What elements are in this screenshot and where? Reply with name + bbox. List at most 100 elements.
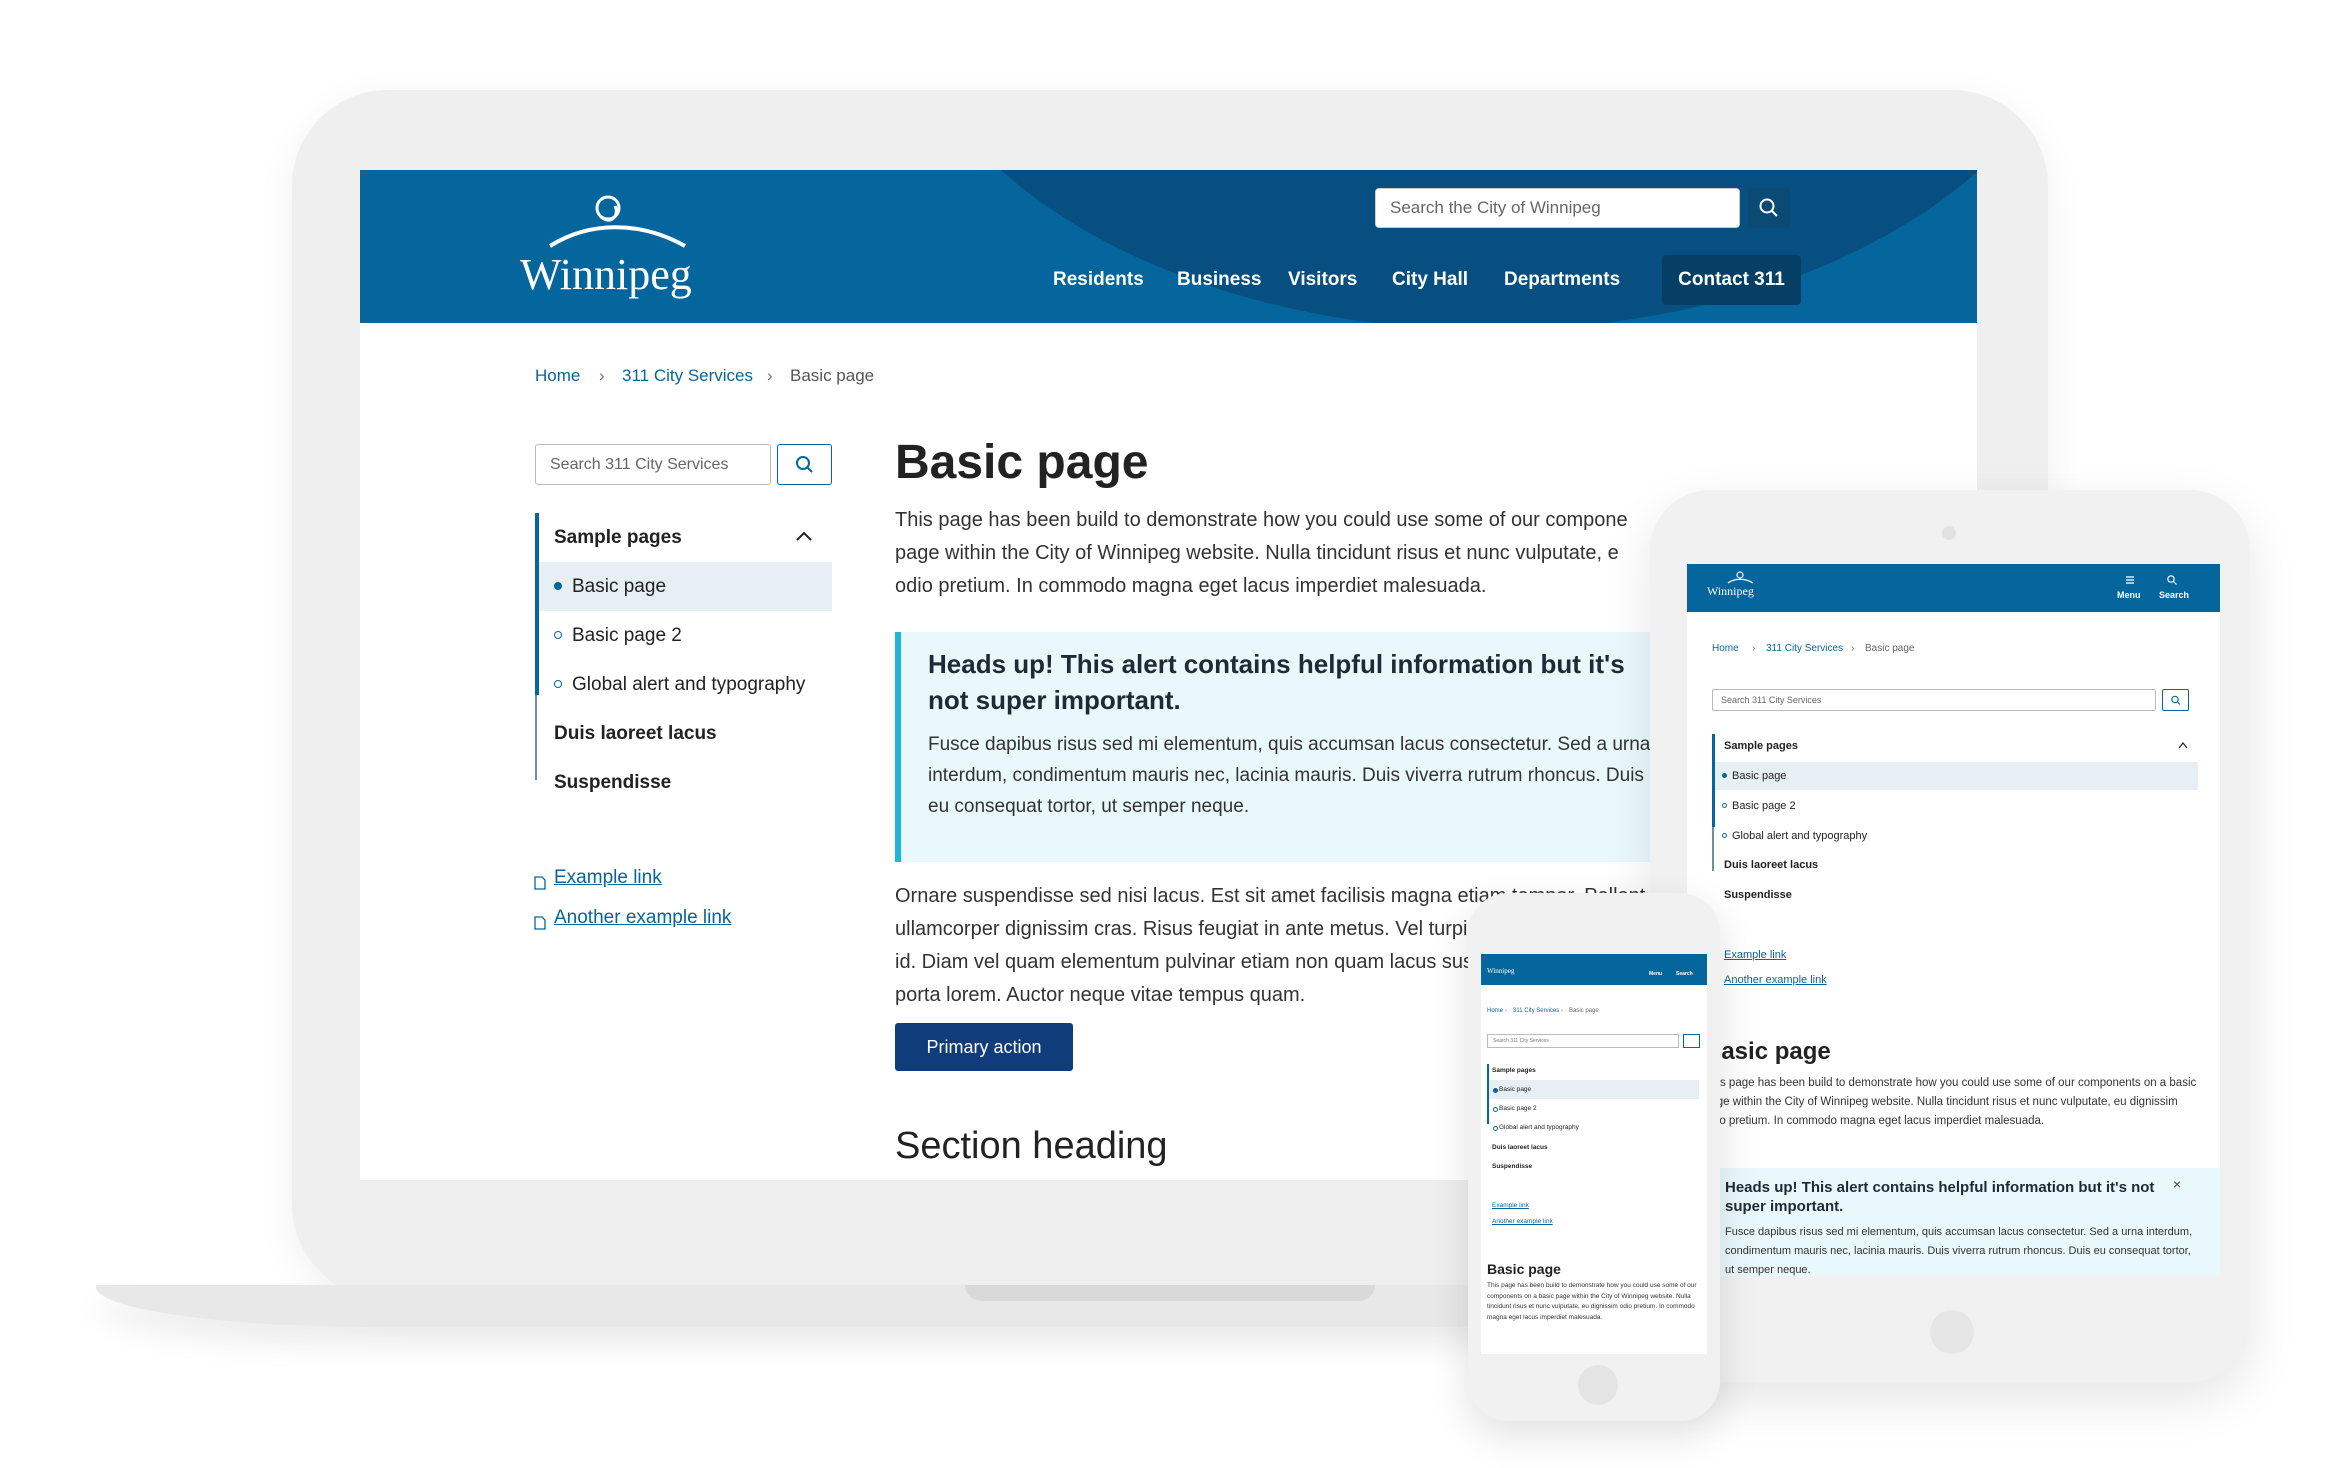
search-icon[interactable] [2166, 574, 2178, 586]
sidebar-search-button[interactable] [777, 444, 832, 485]
bullet-icon [1493, 1107, 1498, 1112]
bullet-icon [554, 582, 562, 590]
sidebar-item-label: Global alert and typography [1732, 830, 1868, 842]
breadcrumb-home[interactable]: Home [1712, 643, 1739, 654]
tablet-sidebar-search-button[interactable] [2162, 689, 2189, 711]
sidebar-item-basic-page[interactable]: Basic page [539, 562, 832, 611]
chevron-right-icon: › [599, 366, 605, 385]
sidebar-item-suspendisse[interactable]: Suspendisse [554, 758, 671, 807]
sidebar-search-input[interactable]: Search 311 City Services [535, 444, 771, 485]
chevron-up-icon[interactable] [794, 528, 814, 544]
tablet-sidebar-search-input[interactable]: Search 311 City Services [1712, 689, 2156, 711]
breadcrumb-311[interactable]: 311 City Services [1513, 1008, 1559, 1014]
sidebar-item-label: Global alert and typography [1499, 1124, 1579, 1131]
sidebar-item-basic-page-2[interactable]: Basic page 2 [1489, 1099, 1699, 1118]
example-link[interactable]: Example link [1492, 1202, 1529, 1209]
phone-search-input[interactable]: Search 311 City Services [1487, 1034, 1679, 1048]
phone-menu-label[interactable]: Menu [1649, 971, 1662, 977]
winnipeg-logo[interactable]: Winnipeg [520, 186, 700, 306]
another-example-link[interactable]: Another example link [1492, 1218, 1553, 1225]
site-header: Winnipeg Search the City of Winnipeg Res… [360, 170, 1977, 323]
header-search-button[interactable] [1748, 188, 1790, 228]
sidebar-item-global-alert[interactable]: Global alert and typography [1489, 1118, 1699, 1137]
sidebar-item-label: Global alert and typography [572, 674, 806, 695]
sidebar-item-label: Basic page [1732, 770, 1787, 782]
breadcrumb-current: Basic page [790, 366, 875, 385]
nav-departments[interactable]: Departments [1504, 255, 1620, 305]
sidebar-divider [535, 695, 537, 780]
sidebar-item-suspendisse[interactable]: Suspendisse [1724, 889, 1792, 901]
phone-search-button[interactable] [1683, 1034, 1700, 1048]
sidebar-item-label: Basic page 2 [1499, 1105, 1537, 1112]
tablet-menu-label[interactable]: Menu [2117, 590, 2141, 600]
another-example-link[interactable]: Another example link [554, 907, 731, 929]
chevron-right-icon: › [1561, 1008, 1563, 1014]
body-line-2: ullamcorper dignissim cras. Risus feugia… [895, 918, 1506, 940]
sidebar-divider [1712, 827, 1714, 871]
nav-city-hall[interactable]: City Hall [1392, 255, 1468, 305]
breadcrumb-home[interactable]: Home [535, 366, 580, 386]
example-link[interactable]: Example link [554, 867, 662, 889]
sidebar-item-basic-page[interactable]: Basic page [1715, 762, 2198, 790]
bullet-icon [1722, 773, 1727, 778]
phone-home-button [1578, 1365, 1618, 1405]
primary-action-button[interactable]: Primary action [895, 1023, 1073, 1071]
sidebar-item-duis[interactable]: Duis laoreet lacus [1492, 1144, 1548, 1151]
sidebar-section-title[interactable]: Sample pages [1724, 740, 1798, 752]
breadcrumb-current: Basic page [1569, 1008, 1599, 1014]
page-title: Basic page [1704, 1038, 1831, 1065]
chevron-up-icon[interactable] [2177, 740, 2189, 750]
header-search-input[interactable]: Search the City of Winnipeg [1375, 188, 1740, 228]
contact-311-button[interactable]: Contact 311 [1662, 255, 1801, 305]
sidebar-section-title[interactable]: Sample pages [554, 513, 682, 562]
close-icon[interactable]: × [2173, 1176, 2181, 1192]
intro-line-2: page within the City of Winnipeg website… [895, 542, 1619, 564]
sidebar-item-basic-page[interactable]: Basic page [1489, 1080, 1699, 1099]
document-icon [534, 916, 546, 930]
breadcrumb-current: Basic page [1865, 643, 1915, 654]
sidebar-item-duis[interactable]: Duis laoreet lacus [1724, 859, 1818, 871]
sidebar-item-suspendisse[interactable]: Suspendisse [1492, 1163, 1532, 1170]
example-link[interactable]: Example link [1724, 949, 1786, 961]
page-title: Basic page [895, 436, 1149, 489]
alert-title: Heads up! This alert contains helpful in… [928, 649, 1625, 715]
phone-header: Winnipeg Menu Search [1481, 954, 1707, 985]
body-line-4: porta lorem. Auctor neque vitae tempus q… [895, 984, 1306, 1006]
sidebar-item-global-alert[interactable]: Global alert and typography [1715, 822, 2198, 850]
nav-visitors[interactable]: Visitors [1288, 255, 1357, 305]
page-title: Basic page [1487, 1261, 1561, 1277]
sidebar-item-global-alert[interactable]: Global alert and typography [539, 660, 832, 709]
phone-search-label[interactable]: Search [1676, 971, 1693, 977]
phone-logo-wordmark[interactable]: Winnipeg [1487, 967, 1514, 975]
another-example-link[interactable]: Another example link [1724, 974, 1827, 986]
document-icon [534, 876, 546, 890]
search-icon [2171, 695, 2181, 705]
search-icon [1759, 198, 1778, 217]
sidebar-item-label: Basic page 2 [1732, 800, 1796, 812]
sidebar-item-label: Basic page [1499, 1086, 1532, 1093]
sidebar-section-title[interactable]: Sample pages [1492, 1067, 1536, 1074]
sidebar-item-basic-page-2[interactable]: Basic page 2 [1715, 792, 2198, 820]
breadcrumb-311[interactable]: 311 City Services [1766, 643, 1843, 654]
tablet-screen: Winnipeg Menu Search Home › 311 City Ser… [1687, 564, 2220, 1276]
bullet-icon [554, 631, 562, 639]
logo-swirl-icon [548, 195, 686, 248]
alert-body: Fusce dapibus risus sed mi elementum, qu… [1725, 1226, 2193, 1276]
tablet-search-label[interactable]: Search [2159, 590, 2189, 600]
bullet-icon [1493, 1088, 1498, 1093]
sidebar-item-label: Basic page [572, 576, 667, 597]
breadcrumb-311[interactable]: 311 City Services [622, 366, 753, 386]
chevron-right-icon: › [767, 366, 773, 385]
menu-icon[interactable] [2124, 574, 2136, 586]
chevron-right-icon: › [1505, 1008, 1507, 1014]
sidebar-item-label: Basic page 2 [572, 625, 682, 646]
tablet-logo-wordmark[interactable]: Winnipeg [1707, 584, 1754, 599]
sidebar-item-duis[interactable]: Duis laoreet lacus [554, 709, 717, 758]
breadcrumb-home[interactable]: Home [1487, 1008, 1503, 1014]
nav-business[interactable]: Business [1177, 255, 1261, 305]
tablet-header: Winnipeg Menu Search [1687, 564, 2220, 612]
tablet-camera [1942, 526, 1956, 540]
sidebar-item-basic-page-2[interactable]: Basic page 2 [539, 611, 832, 660]
bullet-icon [554, 680, 562, 688]
nav-residents[interactable]: Residents [1053, 255, 1144, 305]
